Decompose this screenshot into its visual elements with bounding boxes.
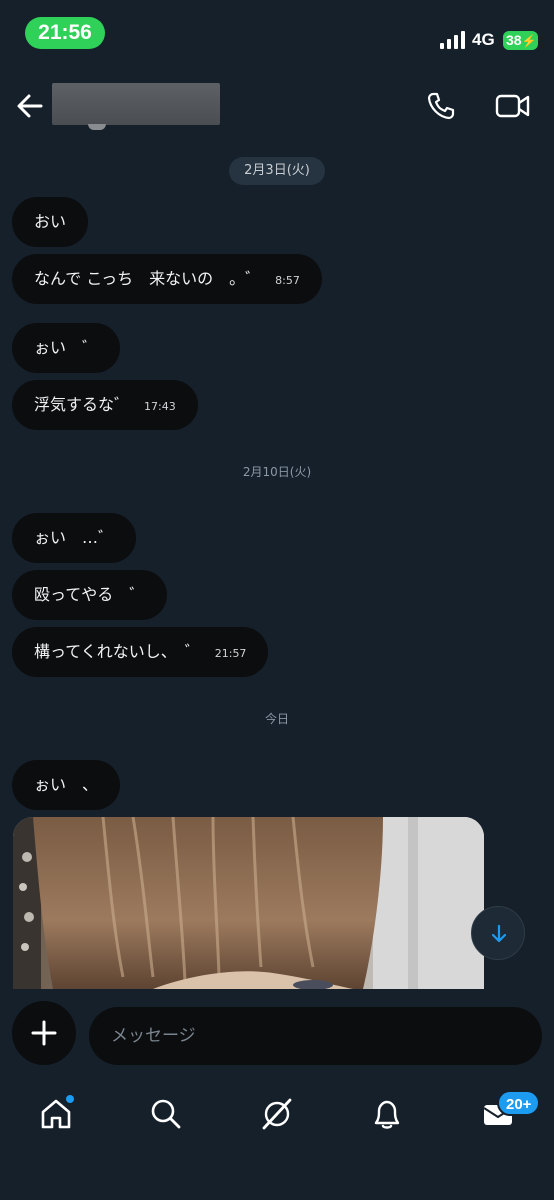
call-button[interactable] (425, 90, 457, 122)
message-bubble[interactable]: 浮気するな゛ 17:43 (12, 380, 198, 430)
date-separator: 2月3日(火) (229, 157, 325, 185)
add-attachment-button[interactable] (12, 1001, 76, 1065)
message-bubble[interactable]: おい (12, 197, 89, 247)
message-bubble[interactable]: ぉい ゛ (12, 323, 121, 373)
message-bubble[interactable]: 殴ってやる ゛ (12, 570, 168, 620)
search-icon (151, 1099, 181, 1129)
tab-grok[interactable] (257, 1094, 297, 1134)
message-time: 21:57 (214, 647, 247, 660)
tab-home[interactable] (36, 1094, 76, 1134)
message-time: 17:43 (144, 400, 176, 413)
message-text: おい (34, 212, 67, 231)
message-bubble[interactable]: 構ってくれないし、 ゛ 21:57 (12, 627, 269, 677)
chat-header (0, 70, 554, 150)
message-input[interactable] (89, 1007, 542, 1065)
grok-icon (262, 1098, 292, 1130)
battery-indicator: 38⚡ (503, 31, 538, 50)
message-text: ぉい …゛ (34, 528, 115, 547)
message-text: 構ってくれないし、 ゛ (34, 642, 201, 661)
message-bubble[interactable]: ぉい …゛ (12, 513, 137, 563)
video-camera-icon (495, 94, 530, 118)
message-text: ぉい ゛ (34, 338, 99, 357)
unread-badge: 20+ (497, 1090, 541, 1116)
arrow-left-icon (17, 94, 43, 118)
message-bubble[interactable]: ぉい 、 (12, 760, 121, 810)
bell-icon (374, 1100, 400, 1129)
message-text: 浮気するな゛ (34, 395, 131, 414)
contact-name-redacted[interactable] (52, 83, 220, 130)
status-time: 21:56 (25, 17, 105, 49)
arrow-down-icon (491, 924, 507, 943)
message-bubble[interactable]: なんで こっち 来ないの 。゛ 8:57 (12, 254, 322, 304)
status-bar: 21:56 4G 38⚡ (0, 0, 554, 70)
tab-notifications[interactable] (367, 1094, 407, 1134)
bottom-tab-bar (0, 1080, 554, 1200)
network-label: 4G (472, 30, 495, 49)
message-text: ぉい 、 (34, 775, 99, 794)
date-separator: 2月10日(火) (242, 465, 312, 479)
message-time: 8:57 (275, 274, 300, 287)
charging-icon: ⚡ (521, 34, 537, 48)
date-separator: 今日 (264, 712, 289, 726)
plus-icon (31, 1020, 57, 1046)
notification-dot (65, 1094, 75, 1104)
phone-icon (427, 92, 455, 120)
message-text: 殴ってやる ゛ (34, 585, 146, 604)
battery-level: 38 (506, 32, 522, 48)
tab-search[interactable] (146, 1094, 186, 1134)
photo-image (13, 817, 484, 989)
back-button[interactable] (14, 90, 46, 122)
scroll-to-bottom-button[interactable] (471, 906, 525, 960)
message-text: なんで こっち 来ないの 。゛ (34, 269, 262, 288)
video-call-button[interactable] (494, 90, 532, 122)
signal-icon (440, 31, 465, 49)
image-message[interactable] (13, 817, 484, 989)
